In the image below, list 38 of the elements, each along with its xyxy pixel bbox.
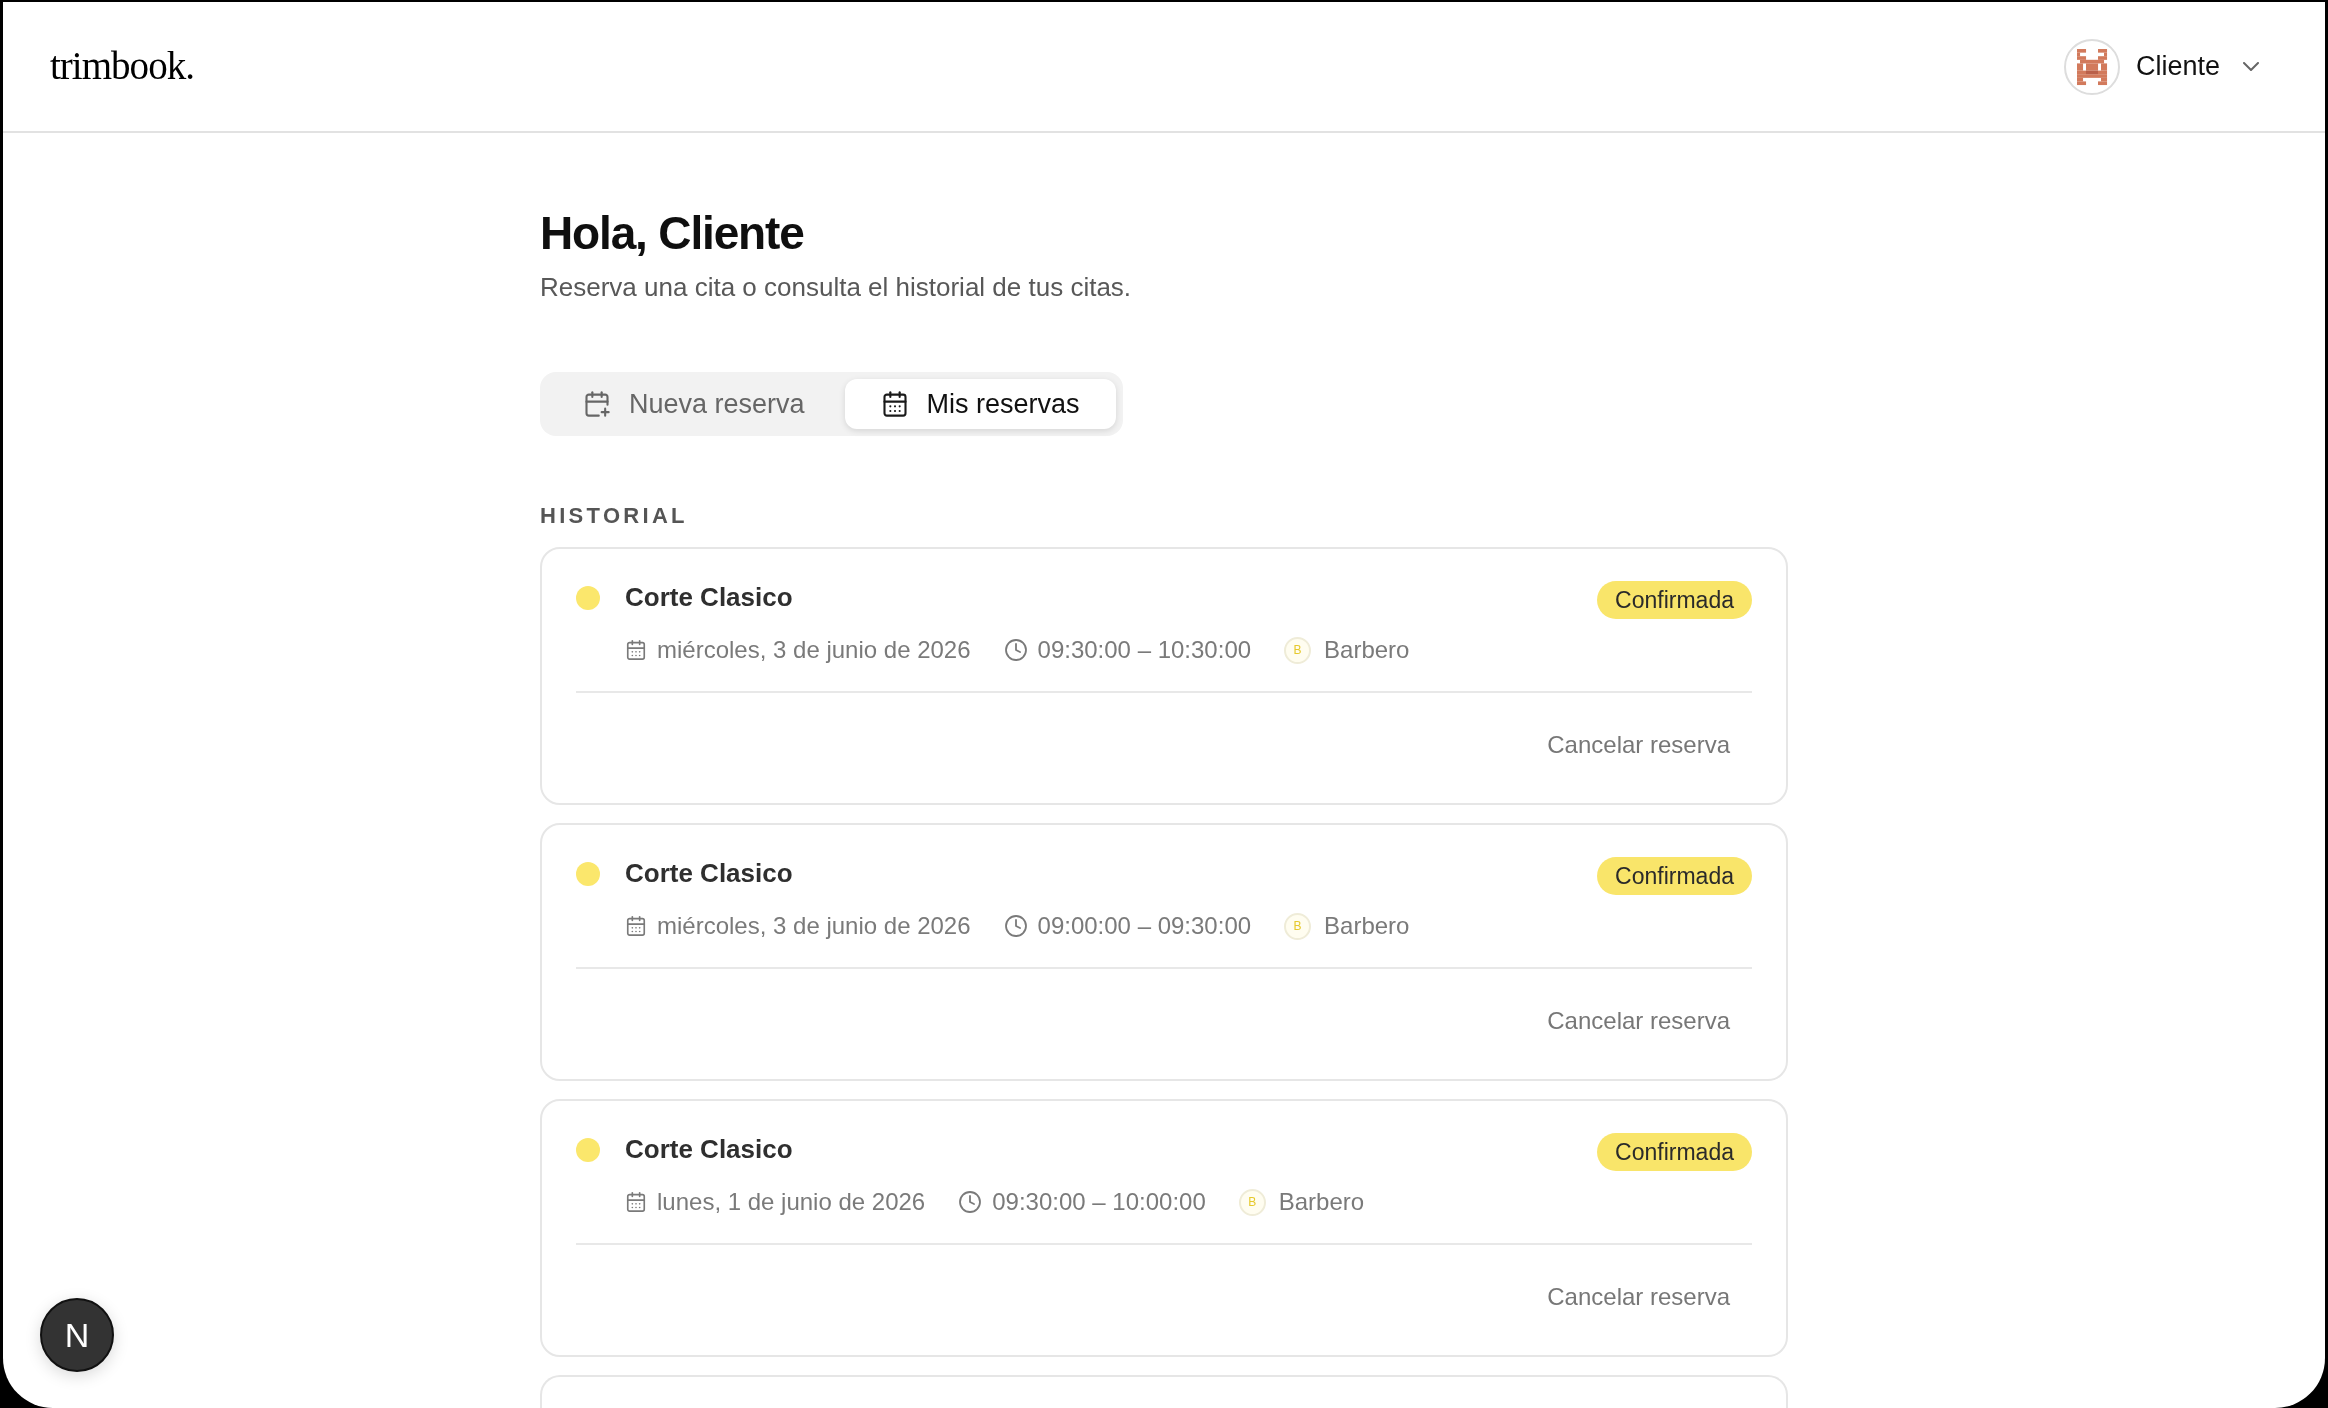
appointment-date: lunes, 1 de junio de 2026 [657,1187,926,1217]
calendar-plus-icon [583,390,611,418]
calendar-icon [880,390,909,418]
status-badge: Confirmada [1597,857,1752,895]
calendar-icon [625,639,647,661]
barber-name: Barbero [1278,1187,1365,1217]
status-badge: Confirmada [1597,1133,1752,1171]
cancel-button[interactable]: Cancelar reserva [1525,721,1752,769]
barber-avatar: B [1284,912,1312,940]
barber-name: Barbero [1324,911,1410,941]
greeting-title: Hola, Cliente [540,206,805,261]
logo: trimbook. [50,43,194,90]
service-title: Corte Clasico [625,1133,794,1165]
barber-name: Barbero [1324,635,1410,665]
cancel-button[interactable]: Cancelar reserva [1525,1273,1752,1321]
avatar-icon [2063,38,2120,95]
appointment-time: 09:30:00 – 10:30:00 [1037,635,1252,665]
chevron-down-icon [2243,62,2259,71]
calendar-icon [625,1191,647,1213]
appointment-time: 09:00:00 – 09:30:00 [1037,911,1252,941]
service-title: Corte Clasico [625,857,794,889]
status-badge: Confirmada [1597,581,1752,619]
tab[interactable]: Mis reservas [844,379,1116,429]
clock-icon [1003,638,1028,662]
barber-avatar: B [1284,636,1312,664]
barber-avatar: B [1238,1188,1266,1216]
service-title: Corte Clasico [625,581,794,613]
clock-icon [1003,914,1028,938]
cancel-button[interactable]: Cancelar reserva [1525,997,1752,1045]
greeting-subtitle: Reserva una cita o consulta el historial de tus citas. [540,271,1133,304]
section-heading: HISTORIAL [540,502,689,530]
clock-icon [958,1190,983,1214]
appointment-time: 09:30:00 – 10:00:00 [992,1187,1206,1217]
appointment-date: miércoles, 3 de junio de 2026 [657,911,971,941]
user-menu-button[interactable]: Cliente [2063,38,2259,95]
appointment-date: miércoles, 3 de junio de 2026 [657,635,971,665]
calendar-icon [625,915,647,937]
tab[interactable]: Nueva reserva [547,379,841,429]
